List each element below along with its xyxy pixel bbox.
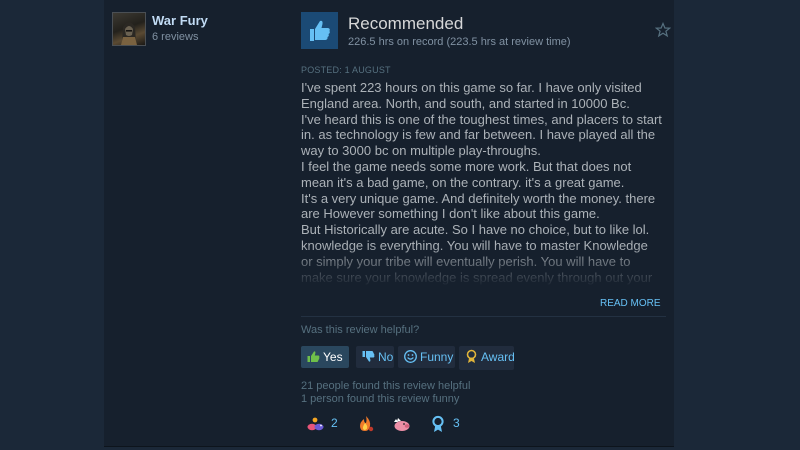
review-body: I've spent 223 hours on this game so far… <box>301 80 663 285</box>
yes-label: Yes <box>323 350 343 364</box>
vote-header: Recommended 226.5 hrs on record (223.5 h… <box>301 12 672 52</box>
award-count: 2 <box>331 416 338 430</box>
no-button[interactable]: No <box>356 346 394 368</box>
hours-on-record: 226.5 hrs on record (223.5 hrs at review… <box>348 36 571 48</box>
helpful-count: 21 people found this review helpful <box>301 380 471 392</box>
smiley-icon <box>403 349 418 364</box>
author-name[interactable]: War Fury <box>152 13 208 28</box>
read-more-link[interactable]: READ MORE <box>600 298 661 309</box>
review-line: I've heard this is one of the toughest t… <box>301 111 662 159</box>
award-worm-icon <box>306 415 326 433</box>
thumbs-up-icon <box>306 349 321 364</box>
posted-date: POSTED: 1 AUGUST <box>301 65 391 75</box>
avatar[interactable] <box>112 12 146 46</box>
review-line: But Historically are acute. So I have no… <box>301 222 653 285</box>
review-line: It's a very unique game. And definitely … <box>301 190 656 222</box>
funny-label: Funny <box>420 350 454 364</box>
review-line: I've spent 223 hours on this game so far… <box>301 80 642 111</box>
award-badge[interactable] <box>353 412 379 436</box>
award-ribbon-icon <box>428 415 448 433</box>
review-verdict: Recommended <box>348 14 464 33</box>
award-label: Award <box>481 350 515 364</box>
award-pig-icon <box>392 415 412 433</box>
award-flame-icon <box>356 415 376 433</box>
review-line: I feel the game needs some more work. Bu… <box>301 158 632 190</box>
thumbs-up-icon <box>301 12 338 49</box>
funny-button[interactable]: Funny <box>398 346 455 368</box>
award-badge[interactable]: 2 <box>303 412 343 436</box>
no-label: No <box>378 350 394 364</box>
award-count: 3 <box>453 416 460 430</box>
star-icon[interactable] <box>654 21 672 38</box>
author-review-count[interactable]: 6 reviews <box>152 31 198 43</box>
helpful-question: Was this review helpful? <box>301 324 420 336</box>
review-card: War Fury 6 reviews Recommended 226.5 hrs… <box>104 0 674 447</box>
author-block[interactable]: War Fury 6 reviews <box>112 12 282 52</box>
funny-count: 1 person found this review funny <box>301 393 460 405</box>
award-button[interactable]: Award <box>459 346 515 370</box>
yes-button[interactable]: Yes <box>301 346 349 368</box>
thumbs-down-icon <box>361 349 376 364</box>
award-badge[interactable]: 3 <box>425 412 465 436</box>
divider <box>301 316 666 317</box>
award-badge[interactable] <box>389 412 415 436</box>
award-ribbon-icon <box>464 349 479 364</box>
